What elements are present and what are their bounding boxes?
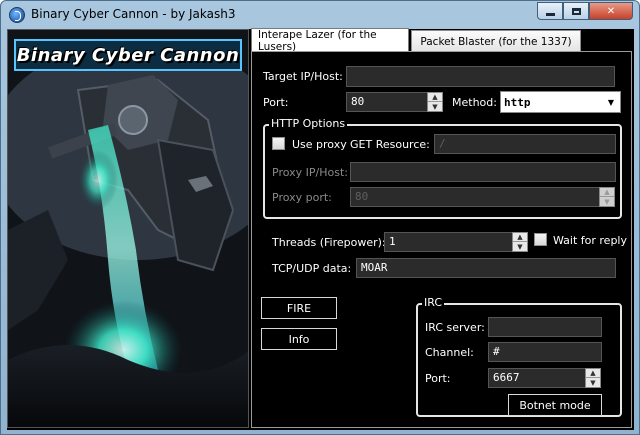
spin-up-icon[interactable]: ▲ bbox=[586, 369, 600, 378]
get-resource-input[interactable]: / bbox=[434, 134, 616, 154]
wait-for-reply-label: Wait for reply bbox=[553, 234, 627, 247]
target-host-input[interactable] bbox=[346, 66, 615, 87]
method-label: Method: bbox=[452, 96, 497, 109]
spin-down-icon[interactable]: ▼ bbox=[600, 197, 614, 206]
tab-interape-lazer[interactable]: Interape Lazer (for the Lusers) bbox=[251, 28, 409, 53]
irc-title: IRC bbox=[422, 296, 445, 309]
spin-down-icon[interactable]: ▼ bbox=[513, 242, 527, 251]
irc-port-spinner[interactable]: ▲ ▼ bbox=[585, 368, 601, 388]
threads-label: Threads (Firepower): bbox=[272, 236, 386, 249]
method-value: http bbox=[504, 96, 531, 109]
proxy-port-label: Proxy port: bbox=[272, 191, 332, 204]
fire-button[interactable]: FIRE bbox=[261, 297, 337, 319]
tab-label: Packet Blaster (for the 1337) bbox=[420, 35, 572, 48]
use-proxy-label: Use proxy bbox=[292, 138, 347, 151]
threads-input[interactable]: 1 bbox=[384, 232, 513, 252]
threads-spinner[interactable]: ▲ ▼ bbox=[512, 232, 528, 252]
spin-up-icon[interactable]: ▲ bbox=[513, 233, 527, 242]
minimize-button[interactable] bbox=[537, 2, 563, 20]
spin-up-icon[interactable]: ▲ bbox=[600, 188, 614, 197]
tab-packet-blaster[interactable]: Packet Blaster (for the 1337) bbox=[411, 30, 581, 52]
channel-label: Channel: bbox=[425, 346, 474, 359]
minimize-icon bbox=[545, 12, 555, 16]
window-title: Binary Cyber Cannon - by Jakash3 bbox=[31, 7, 236, 21]
maximize-icon bbox=[571, 7, 581, 15]
info-button[interactable]: Info bbox=[261, 328, 337, 350]
tcp-udp-data-input[interactable]: MOAR bbox=[356, 258, 616, 278]
port-input[interactable]: 80 bbox=[346, 92, 428, 112]
irc-server-input[interactable] bbox=[488, 317, 602, 337]
client-area: Binary Cyber Cannon Interape Lazer (for … bbox=[7, 28, 634, 430]
app-window: Binary Cyber Cannon - by Jakash3 ✕ Binar… bbox=[0, 0, 640, 435]
tab-strip: Interape Lazer (for the Lusers) Packet B… bbox=[251, 28, 581, 53]
data-label: TCP/UDP data: bbox=[272, 262, 352, 275]
proxy-port-spinner[interactable]: ▲ ▼ bbox=[599, 187, 615, 207]
logo-banner: Binary Cyber Cannon bbox=[14, 39, 242, 71]
spin-down-icon[interactable]: ▼ bbox=[428, 102, 442, 111]
http-options-title: HTTP Options bbox=[269, 117, 348, 130]
app-globe-icon bbox=[9, 7, 25, 23]
irc-port-input[interactable]: 6667 bbox=[488, 368, 586, 388]
target-label: Target IP/Host: bbox=[263, 70, 343, 83]
irc-port-label: Port: bbox=[425, 372, 451, 385]
chevron-down-icon[interactable]: ▼ bbox=[602, 92, 620, 112]
get-resource-label: GET Resource: bbox=[350, 138, 430, 151]
caption-buttons: ✕ bbox=[537, 2, 633, 20]
title-bar[interactable]: Binary Cyber Cannon - by Jakash3 ✕ bbox=[1, 1, 639, 29]
cannon-artwork: Binary Cyber Cannon bbox=[7, 29, 249, 428]
botnet-mode-button[interactable]: Botnet mode bbox=[508, 394, 602, 416]
irc-server-label: IRC server: bbox=[425, 321, 485, 334]
spin-up-icon[interactable]: ▲ bbox=[428, 93, 442, 102]
use-proxy-checkbox[interactable] bbox=[272, 137, 285, 150]
proxy-port-input[interactable]: 80 bbox=[350, 187, 600, 207]
proxy-host-label: Proxy IP/Host: bbox=[272, 166, 348, 179]
close-icon: ✕ bbox=[606, 5, 616, 17]
port-label: Port: bbox=[263, 96, 289, 109]
tab-label: Interape Lazer (for the Lusers) bbox=[258, 28, 377, 53]
logo-text: Binary Cyber Cannon bbox=[16, 44, 240, 66]
maximize-button[interactable] bbox=[563, 2, 589, 20]
channel-input[interactable]: # bbox=[488, 342, 602, 362]
port-spinner[interactable]: ▲ ▼ bbox=[427, 92, 443, 112]
artwork-illustration bbox=[8, 30, 248, 427]
close-button[interactable]: ✕ bbox=[589, 2, 633, 20]
method-select[interactable]: http ▼ bbox=[500, 91, 621, 113]
wait-for-reply-checkbox[interactable] bbox=[534, 233, 547, 246]
spin-down-icon[interactable]: ▼ bbox=[586, 378, 600, 387]
tab-page-interape-lazer: Target IP/Host: Port: 80 ▲ ▼ Method: http… bbox=[251, 51, 632, 428]
proxy-host-input[interactable] bbox=[350, 162, 616, 182]
